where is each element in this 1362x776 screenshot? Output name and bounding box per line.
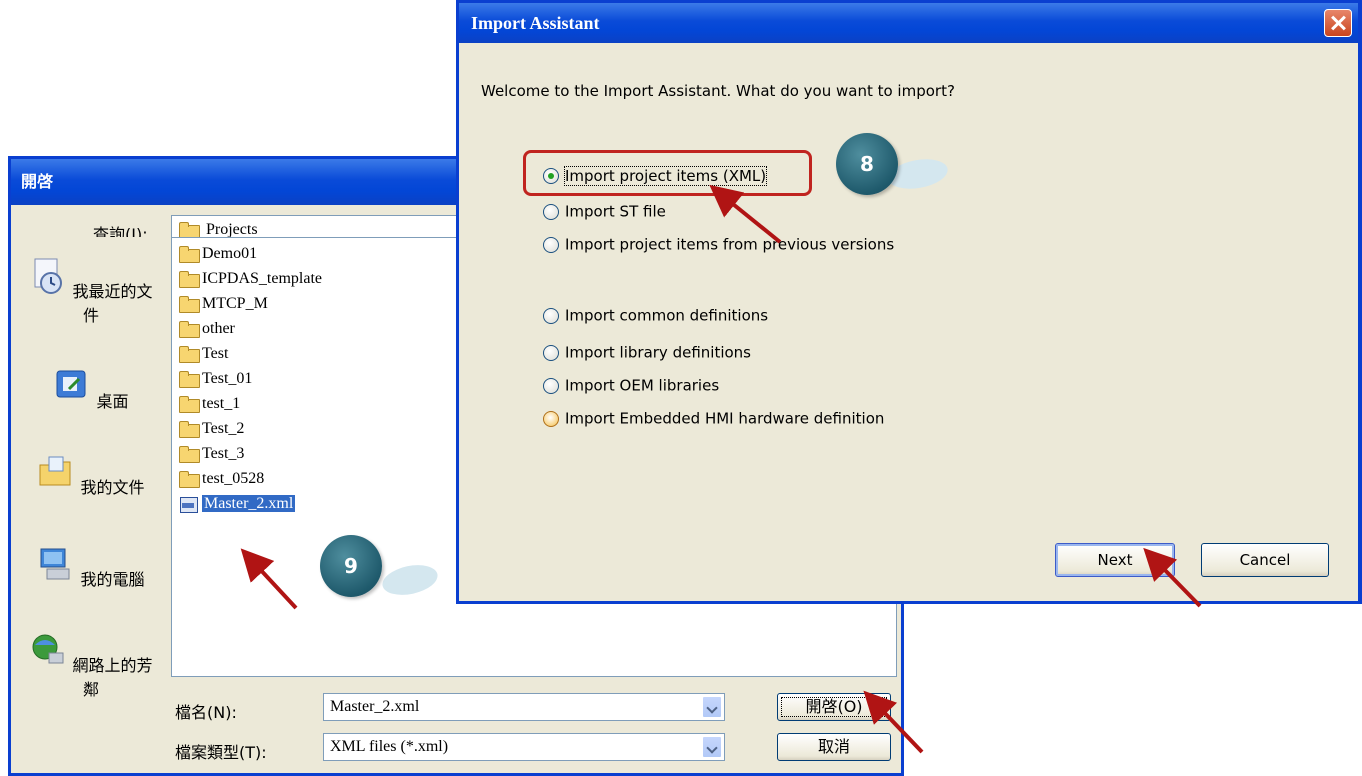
- annotation-arrows: [240, 184, 1202, 754]
- arrow-icon: [1143, 547, 1202, 608]
- arrow-icon: [863, 690, 924, 754]
- arrow-icon: [709, 184, 782, 244]
- arrow-icon: [240, 548, 298, 610]
